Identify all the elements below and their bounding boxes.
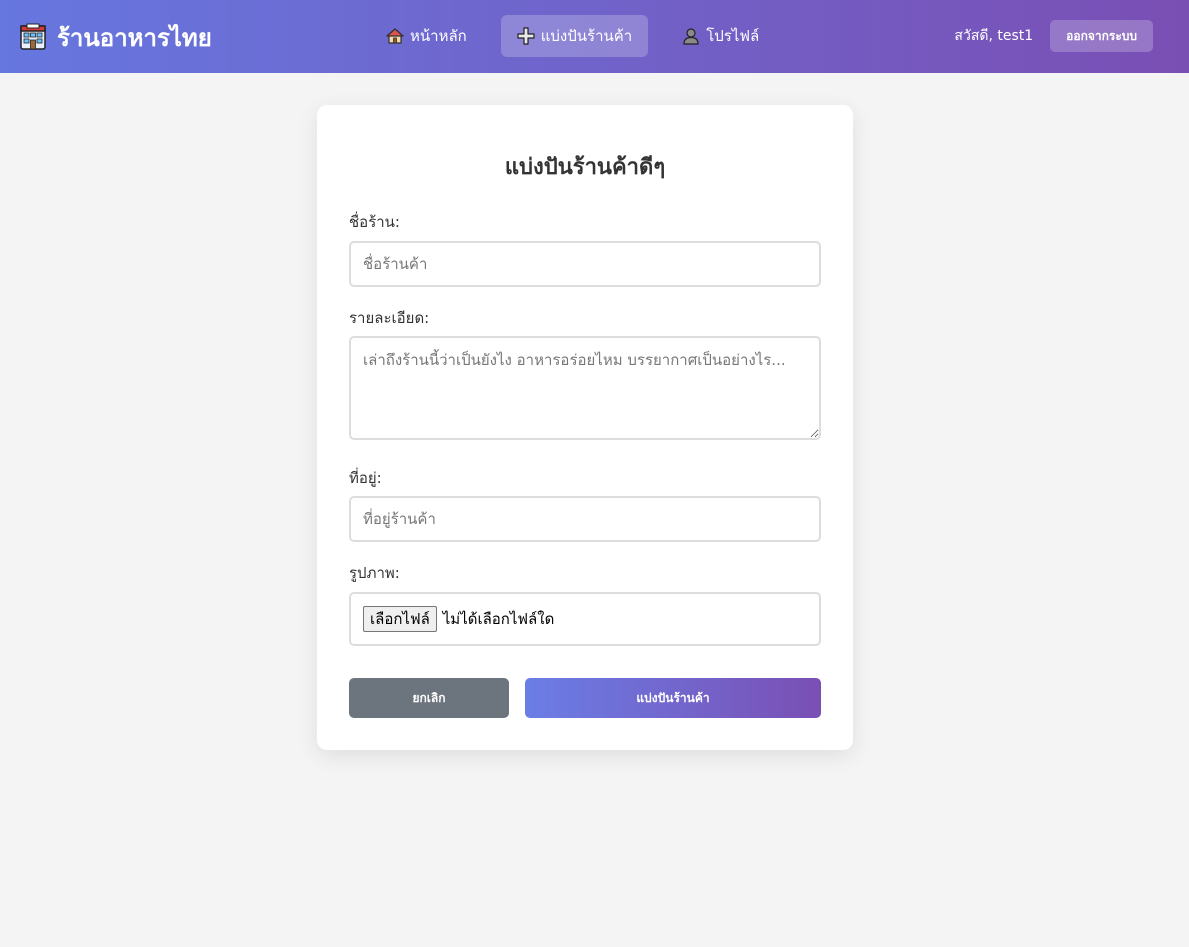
submit-share-button[interactable]: แบ่งปันร้านค้า bbox=[525, 678, 821, 718]
nav-link-home[interactable]: หน้าหลัก bbox=[370, 15, 483, 57]
user-greeting: สวัสดี, test1 bbox=[954, 28, 1034, 44]
description-textarea[interactable] bbox=[349, 336, 821, 440]
main-nav: หน้าหลัก แบ่งปันร้านค้า โปรไฟล์ bbox=[370, 15, 775, 57]
user-area: สวัสดี, test1 ออกจากระบบ bbox=[954, 20, 1153, 52]
image-label: รูปภาพ: bbox=[349, 564, 400, 582]
address-label: ที่อยู่: bbox=[349, 469, 382, 487]
store-name-label: ชื่อร้าน: bbox=[349, 213, 400, 231]
plus-icon bbox=[517, 27, 535, 45]
brand-title: ร้านอาหารไทย bbox=[57, 23, 212, 52]
store-name-input[interactable] bbox=[349, 241, 821, 287]
address-input[interactable] bbox=[349, 496, 821, 542]
top-navbar: ร้านอาหารไทย หน้าหลัก แบ่งปันร้านค้า โปร… bbox=[0, 0, 1189, 73]
logout-button[interactable]: ออกจากระบบ bbox=[1050, 20, 1153, 52]
nav-link-profile[interactable]: โปรไฟล์ bbox=[666, 15, 775, 57]
file-status-text: ไม่ได้เลือกไฟล์ใด bbox=[442, 610, 555, 628]
nav-link-label: โปรไฟล์ bbox=[706, 27, 760, 45]
image-file-input: เลือกไฟล์ ไม่ได้เลือกไฟล์ใด bbox=[349, 592, 821, 646]
brand[interactable]: ร้านอาหารไทย bbox=[19, 20, 212, 54]
store-icon bbox=[19, 23, 47, 51]
form-title: แบ่งปันร้านค้าดีๆ bbox=[504, 155, 666, 180]
share-store-form-card: แบ่งปันร้านค้าดีๆ ชื่อร้าน: รายละเอียด: … bbox=[317, 105, 853, 750]
cancel-button[interactable]: ยกเลิก bbox=[349, 678, 509, 718]
choose-file-button[interactable]: เลือกไฟล์ bbox=[363, 606, 437, 632]
description-label: รายละเอียด: bbox=[349, 309, 430, 327]
house-icon bbox=[386, 27, 404, 45]
nav-link-label: แบ่งปันร้านค้า bbox=[540, 27, 633, 45]
nav-link-label: หน้าหลัก bbox=[410, 27, 467, 45]
nav-link-share[interactable]: แบ่งปันร้านค้า bbox=[500, 15, 649, 57]
user-icon bbox=[682, 27, 700, 45]
